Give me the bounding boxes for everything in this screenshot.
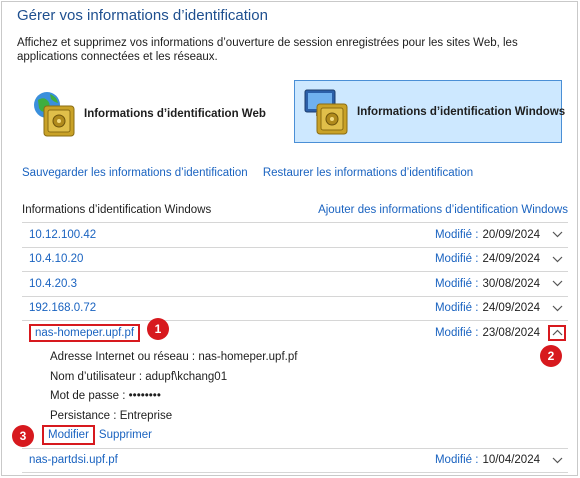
credential-row[interactable]: 10.4.20.3 Modifié : 30/08/2024 xyxy=(22,271,568,296)
callout-badge-3: 3 xyxy=(12,425,34,447)
password-value: •••••••• xyxy=(128,390,161,402)
modified-label: Modifié : xyxy=(434,326,479,339)
username-line: Nom d’utilisateur : adupf\kchang01 xyxy=(50,368,297,388)
modified-label: Modifié : xyxy=(434,454,479,467)
persistence-value: Entreprise xyxy=(119,409,173,422)
modify-button[interactable]: Modifier xyxy=(42,425,95,445)
credentials-list: 10.12.100.42 Modifié : 20/09/2024 10.4.1… xyxy=(22,222,568,473)
modified-date: 24/09/2024 xyxy=(482,253,540,266)
backup-restore-links: Sauvegarder les informations d’identific… xyxy=(22,167,485,179)
expanded-credential-name: nas-homeper.upf.pf xyxy=(29,323,141,342)
modified-date: 24/09/2024 xyxy=(482,302,540,315)
modified-date: 20/09/2024 xyxy=(482,228,540,241)
restore-credentials-link[interactable]: Restaurer les informations d’identificat… xyxy=(263,167,473,179)
credential-manager-panel: Gérer vos informations d’identification … xyxy=(1,1,578,476)
password-label: Mot de passe : xyxy=(50,390,126,402)
globe-safe-icon xyxy=(30,88,82,140)
modified-label: Modifié : xyxy=(434,228,479,241)
address-line: Adresse Internet ou réseau : nas-homeper… xyxy=(50,348,297,368)
chevron-down-icon[interactable] xyxy=(548,300,566,316)
credential-name: 10.4.20.3 xyxy=(29,277,77,290)
modified-date: 30/08/2024 xyxy=(482,277,540,290)
windows-credentials-tab[interactable]: Informations d’identification Windows xyxy=(294,80,566,143)
modified-label: Modifié : xyxy=(434,302,479,315)
credential-actions: Modifier Supprimer xyxy=(42,425,152,445)
callout-badge-2: 2 xyxy=(540,345,562,367)
modified-label: Modifié : xyxy=(434,253,479,266)
section-title: Informations d’identification Windows xyxy=(22,204,212,216)
delete-button[interactable]: Supprimer xyxy=(99,429,152,441)
username-value: adupf\kchang01 xyxy=(145,370,228,383)
computer-safe-icon xyxy=(303,86,355,138)
backup-credentials-link[interactable]: Sauvegarder les informations d’identific… xyxy=(22,167,248,179)
chevron-down-icon[interactable] xyxy=(548,251,566,267)
chevron-down-icon[interactable] xyxy=(548,227,566,243)
credential-name: 10.12.100.42 xyxy=(29,228,97,241)
persistence-label: Persistance : xyxy=(50,409,117,422)
expanded-credential: nas-homeper.upf.pf Modifié : 23/08/2024 … xyxy=(22,320,568,448)
address-label: Adresse Internet ou réseau : xyxy=(50,351,196,363)
web-credentials-label: Informations d’identification Web xyxy=(84,108,266,120)
chevron-down-icon[interactable] xyxy=(548,452,566,468)
modified-date: 10/04/2024 xyxy=(482,454,540,467)
credential-name: 10.4.10.20 xyxy=(29,253,84,266)
modified-label: Modifié : xyxy=(434,277,479,290)
credential-row[interactable]: 10.4.10.20 Modifié : 24/09/2024 xyxy=(22,246,568,272)
username-label: Nom d’utilisateur : xyxy=(50,370,143,383)
expanded-credential-header[interactable]: nas-homeper.upf.pf Modifié : 23/08/2024 xyxy=(22,321,568,344)
credential-details: Adresse Internet ou réseau : nas-homeper… xyxy=(50,348,297,426)
callout-badge-1: 1 xyxy=(147,318,169,340)
credential-name: 192.168.0.72 xyxy=(29,302,97,315)
credential-row[interactable]: nas-partdsi.upf.pf Modifié : 10/04/2024 xyxy=(22,448,568,473)
credential-row[interactable]: 192.168.0.72 Modifié : 24/09/2024 xyxy=(22,295,568,321)
web-credentials-tab[interactable]: Informations d’identification Web xyxy=(30,84,270,144)
chevron-down-icon[interactable] xyxy=(548,276,566,292)
persistence-line: Persistance : Entreprise xyxy=(50,407,297,427)
password-line: Mot de passe : •••••••• xyxy=(50,387,297,407)
section-header: Informations d’identification Windows Aj… xyxy=(22,204,568,216)
page-description: Affichez et supprimez vos informations d… xyxy=(17,37,518,63)
windows-credentials-label: Informations d’identification Windows xyxy=(357,105,566,118)
chevron-up-icon[interactable] xyxy=(548,324,566,341)
modified-date: 23/08/2024 xyxy=(482,326,540,339)
credential-name: nas-partdsi.upf.pf xyxy=(29,454,118,467)
credential-row[interactable]: 10.12.100.42 Modifié : 20/09/2024 xyxy=(22,222,568,247)
page-title: Gérer vos informations d’identification xyxy=(17,7,268,24)
address-value: nas-homeper.upf.pf xyxy=(198,351,298,363)
add-windows-credential-link[interactable]: Ajouter des informations d’identificatio… xyxy=(318,204,568,216)
